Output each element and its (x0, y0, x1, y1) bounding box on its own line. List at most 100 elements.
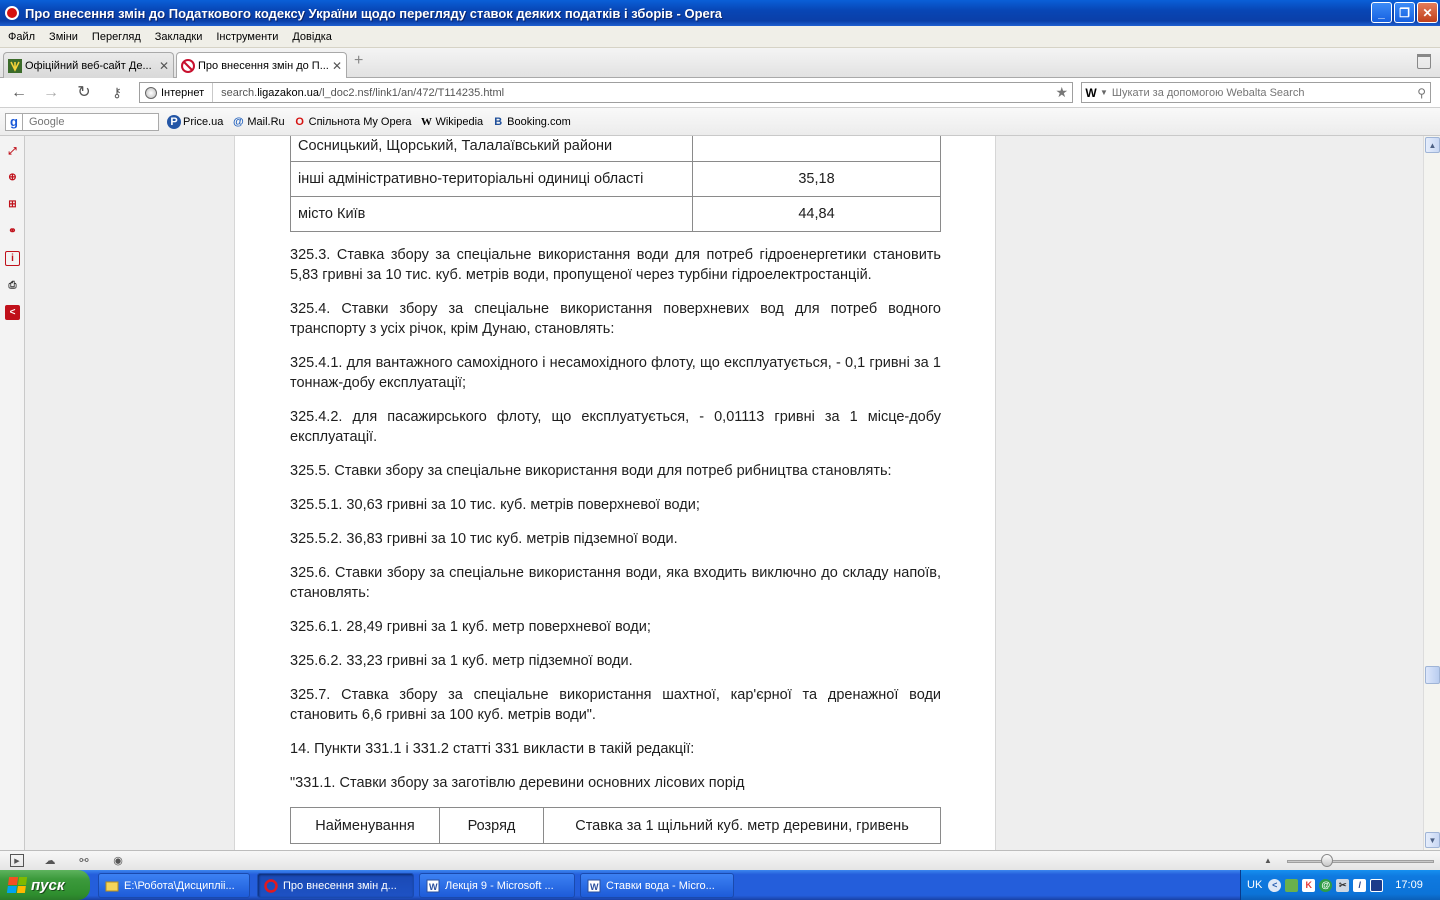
minimize-button[interactable]: _ (1371, 2, 1392, 23)
key-icon[interactable]: ⚷ (106, 83, 128, 103)
share-network-icon[interactable]: ⚯ (77, 854, 91, 867)
tray-network-icon[interactable] (1370, 878, 1384, 892)
tab-official-site[interactable]: Офіційний веб-сайт Де... ✕ (3, 52, 174, 78)
address-toolbar: ← → ↻ ⚷ Інтернет search.ligazakon.ua/l_d… (0, 78, 1440, 108)
bookmark-booking[interactable]: B Booking.com (491, 115, 571, 129)
tray-tool-icon[interactable]: ✂ (1336, 878, 1350, 892)
security-badge[interactable]: Інтернет (140, 83, 214, 102)
links-icon[interactable]: ⚭ (5, 224, 20, 239)
booking-icon: B (494, 115, 503, 128)
table-cell: 44,84 (692, 196, 941, 232)
taskbar: пуск E:\Робота\Дисципліі... Про внесення… (0, 870, 1440, 900)
address-field[interactable]: Інтернет search.ligazakon.ua/l_doc2.nsf/… (139, 82, 1073, 103)
tab-active-document[interactable]: Про внесення змін до П... ✕ (176, 52, 347, 79)
search-field[interactable]: W ▼ ⚲ (1081, 82, 1431, 103)
task-label: E:\Робота\Дисципліі... (124, 879, 235, 892)
chevron-down-icon[interactable]: ▼ (1100, 88, 1108, 97)
zoom-page-icon[interactable]: ⊕ (5, 170, 20, 185)
paragraph: 325.7. Ставка збору за спеціальне викори… (290, 687, 941, 723)
scroll-up-icon[interactable]: ▲ (1425, 137, 1440, 153)
menu-file[interactable]: Файл (1, 31, 42, 43)
bookmark-star-icon[interactable]: ★ (1055, 84, 1068, 101)
security-label: Інтернет (161, 86, 205, 99)
tray-k-icon[interactable]: K (1302, 878, 1316, 892)
vertical-scrollbar[interactable]: ▲ ▼ (1423, 136, 1440, 850)
bookmark-wikipedia[interactable]: W Wikipedia (419, 115, 483, 129)
new-tab-icon[interactable]: + (354, 53, 370, 70)
svg-text:W: W (590, 882, 599, 892)
zoom-slider-handle[interactable] (1321, 854, 1333, 867)
folder-icon (105, 881, 119, 891)
zoom-up-icon[interactable]: ▲ (1261, 854, 1275, 867)
task-word-lecture[interactable]: W Лекція 9 - Microsoft ... (419, 873, 575, 898)
bookmark-label: Price.ua (183, 115, 224, 128)
task-label: Лекція 9 - Microsoft ... (445, 879, 554, 892)
bookmark-price-ua[interactable]: P Price.ua (167, 114, 224, 129)
maximize-button[interactable]: ❐ (1394, 2, 1415, 23)
bookmark-mail-ru[interactable]: @ Mail.Ru (231, 115, 285, 129)
close-tab-icon[interactable]: ✕ (332, 59, 342, 73)
fullscreen-icon[interactable]: ⤢ (5, 144, 20, 159)
side-panel: ⤢ ⊕ ⊞ ⚭ i ⎙ < (0, 136, 25, 850)
water-rate-table: Сосницький, Щорський, Талалаївський райо… (290, 136, 941, 232)
table-header-cell: Ставка за 1 щільний куб. метр деревини, … (543, 807, 941, 844)
url-path: /l_doc2.nsf/link1/an/472/T114235.html (319, 86, 505, 99)
window-titlebar[interactable]: Про внесення змін до Податкового кодексу… (0, 0, 1440, 26)
search-engine-icon[interactable]: W (1082, 83, 1100, 102)
url-text[interactable]: search.ligazakon.ua/l_doc2.nsf/link1/an/… (213, 87, 504, 99)
clock: 17:09 (1395, 879, 1423, 891)
info-icon[interactable]: i (5, 251, 20, 266)
table-cell: інші адміністративно-територіальні одини… (290, 161, 693, 197)
share-icon[interactable]: < (5, 305, 20, 320)
menu-help[interactable]: Довідка (285, 31, 339, 43)
tray-back-icon[interactable]: < (1268, 878, 1282, 892)
menu-view[interactable]: Перегляд (85, 31, 148, 43)
task-explorer[interactable]: E:\Робота\Дисципліі... (98, 873, 250, 898)
opera-logo-icon (5, 6, 19, 20)
menu-edit[interactable]: Зміни (42, 31, 85, 43)
bookmark-my-opera[interactable]: O Спільнота My Opera (293, 115, 411, 129)
table-header-row: Найменування Розряд Ставка за 1 щільний … (290, 807, 941, 844)
google-search-input[interactable] (23, 112, 159, 131)
search-icon[interactable]: ⚲ (1417, 86, 1426, 100)
paragraph: 325.5.2. 36,83 гривні за 10 тис куб. мет… (290, 531, 678, 547)
zoom-slider[interactable] (1287, 860, 1434, 863)
task-opera[interactable]: Про внесення змін д... (257, 873, 414, 898)
task-word-rates[interactable]: W Ставки вода - Micro... (580, 873, 734, 898)
close-tab-icon[interactable]: ✕ (159, 59, 169, 73)
paragraph: "331.1. Ставки збору за заготівлю дереви… (290, 775, 745, 791)
system-tray: UK < K @ ✂ / 17:09 (1240, 870, 1440, 900)
back-arrow-icon[interactable]: ← (8, 83, 30, 103)
reload-icon[interactable]: ↻ (73, 83, 95, 103)
table-cell: 35,18 (692, 161, 941, 197)
opera-icon (264, 878, 278, 893)
paragraph: 325.4.2. для пасажирського флоту, що екс… (290, 409, 941, 445)
site-map-icon[interactable]: ⊞ (5, 197, 20, 212)
search-input[interactable] (1111, 86, 1402, 99)
table-row: місто Київ 44,84 (290, 196, 941, 232)
language-indicator[interactable]: UK (1247, 879, 1262, 891)
tab-label: Офіційний веб-сайт Де... (25, 59, 152, 72)
url-prefix: search. (221, 86, 258, 99)
google-icon[interactable]: g (5, 112, 23, 131)
scroll-down-icon[interactable]: ▼ (1425, 832, 1440, 848)
tray-pen-icon[interactable]: / (1353, 878, 1367, 892)
menu-tools[interactable]: Інструменти (209, 31, 285, 43)
tray-icq-icon[interactable]: @ (1319, 878, 1333, 892)
start-button[interactable]: пуск (0, 870, 90, 900)
paragraph: 325.4. Ставки збору за спеціальне викори… (290, 301, 941, 337)
scroll-thumb[interactable] (1425, 666, 1440, 684)
svg-text:W: W (429, 882, 438, 892)
google-search: g (5, 112, 159, 131)
cloud-icon[interactable]: ☁ (43, 854, 57, 867)
menu-bookmarks[interactable]: Закладки (148, 31, 210, 43)
page-viewport[interactable]: Сосницький, Щорський, Талалаївський райо… (25, 136, 1423, 850)
document-body: Сосницький, Щорський, Талалаївський райо… (290, 136, 941, 844)
trash-icon[interactable] (1417, 54, 1431, 69)
speed-dial-icon[interactable]: ◉ (111, 854, 125, 867)
panel-toggle-icon[interactable]: ▶ (10, 854, 24, 867)
tray-app-icon[interactable] (1285, 878, 1299, 892)
print-icon[interactable]: ⎙ (5, 278, 20, 293)
forward-arrow-icon[interactable]: → (40, 83, 62, 103)
close-window-button[interactable]: ✕ (1417, 2, 1438, 23)
